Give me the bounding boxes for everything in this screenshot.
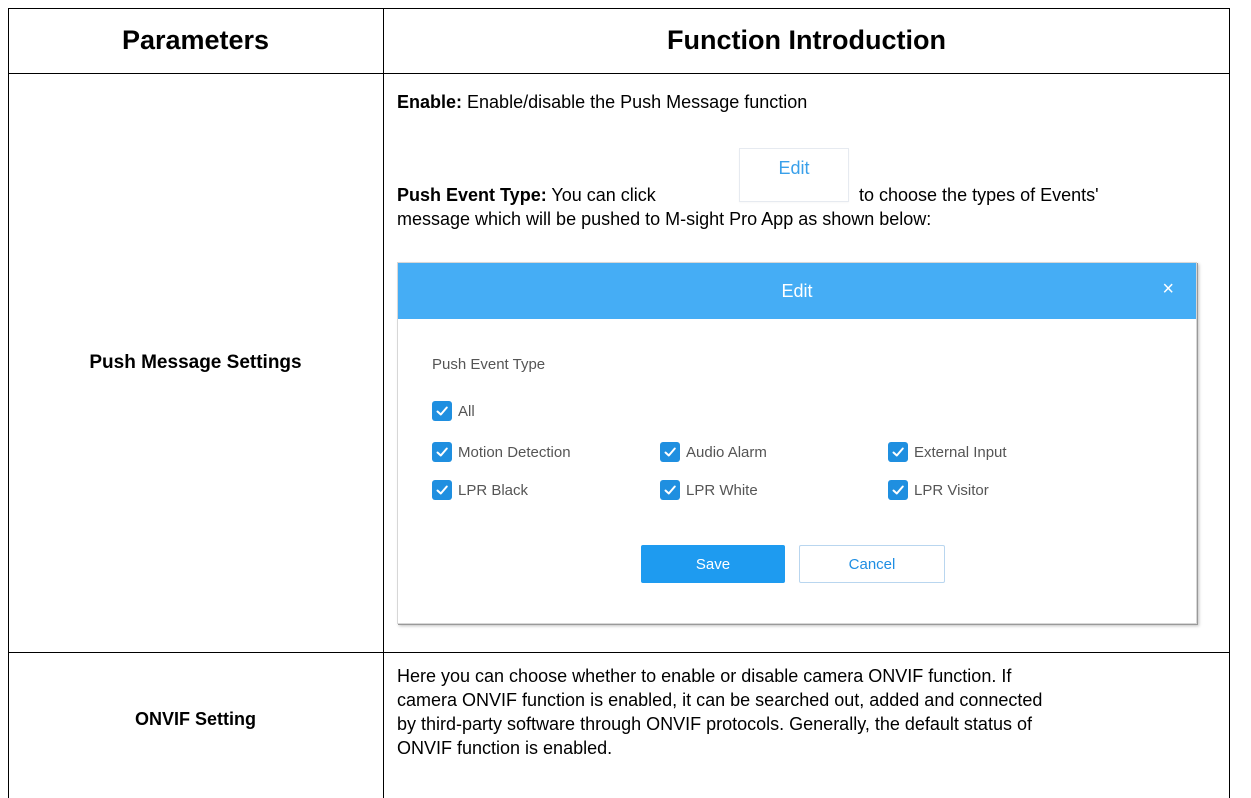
checkbox-checked-icon [432,480,452,500]
dialog-title: Edit [781,280,813,301]
checkbox-label: LPR Visitor [914,481,989,499]
enable-text: Enable/disable the Push Message function [467,92,808,112]
close-icon[interactable]: × [1162,277,1174,301]
checkbox-all[interactable]: All [432,401,475,421]
param-push-message-settings: Push Message Settings [89,352,302,373]
push-event-type-label: Push Event Type: [397,185,547,205]
enable-line: Enable: Enable/disable the Push Message … [397,90,807,114]
push-event-type-text-3: message which will be pushed to M-sight … [397,209,932,229]
checkbox-label: Audio Alarm [686,443,767,461]
checkbox-lpr-black[interactable]: LPR Black [432,480,528,500]
push-event-type-line: Push Event Type: You can click [397,183,656,207]
checkbox-checked-icon [432,442,452,462]
checkbox-label: All [458,402,475,420]
param-onvif-setting: ONVIF Setting [135,709,256,729]
table-border-right [1229,8,1230,798]
checkbox-label: LPR White [686,481,758,499]
push-event-type-text-1: You can click [551,185,656,205]
onvif-description: Here you can choose whether to enable or… [397,664,1217,760]
table-border-mid [383,8,384,798]
push-event-type-title: Push Event Type [432,356,546,373]
inline-edit-button-image: Edit [739,148,849,202]
onvif-desc-line: ONVIF function is enabled. [397,738,613,758]
checkbox-audio-alarm[interactable]: Audio Alarm [660,442,767,462]
checkbox-lpr-visitor[interactable]: LPR Visitor [888,480,989,500]
onvif-desc-line: Here you can choose whether to enable or… [397,666,1012,686]
checkbox-lpr-white[interactable]: LPR White [660,480,758,500]
checkbox-label: LPR Black [458,481,529,499]
onvif-desc-line: camera ONVIF function is enabled, it can… [397,690,1043,710]
enable-label: Enable: [397,92,463,112]
checkbox-label: Motion Detection [458,443,571,461]
edit-dialog-screenshot: Edit × Push Event Type All Motion Detect… [397,262,1197,624]
onvif-desc-line: by third-party software through ONVIF pr… [397,714,1032,734]
header-function-introduction: Function Introduction [667,25,946,55]
save-button[interactable]: Save [641,545,785,583]
checkbox-checked-icon [888,442,908,462]
checkbox-checked-icon [660,442,680,462]
checkbox-checked-icon [432,401,452,421]
checkbox-label: External Input [914,443,1007,461]
checkbox-checked-icon [660,480,680,500]
cancel-button[interactable]: Cancel [799,545,945,583]
push-event-type-text-2: to choose the types of Events' [859,185,1099,205]
checkbox-external-input[interactable]: External Input [888,442,1007,462]
header-parameters: Parameters [121,25,270,55]
checkbox-checked-icon [888,480,908,500]
checkbox-motion-detection[interactable]: Motion Detection [432,442,571,462]
dialog-header: Edit × [398,263,1196,319]
